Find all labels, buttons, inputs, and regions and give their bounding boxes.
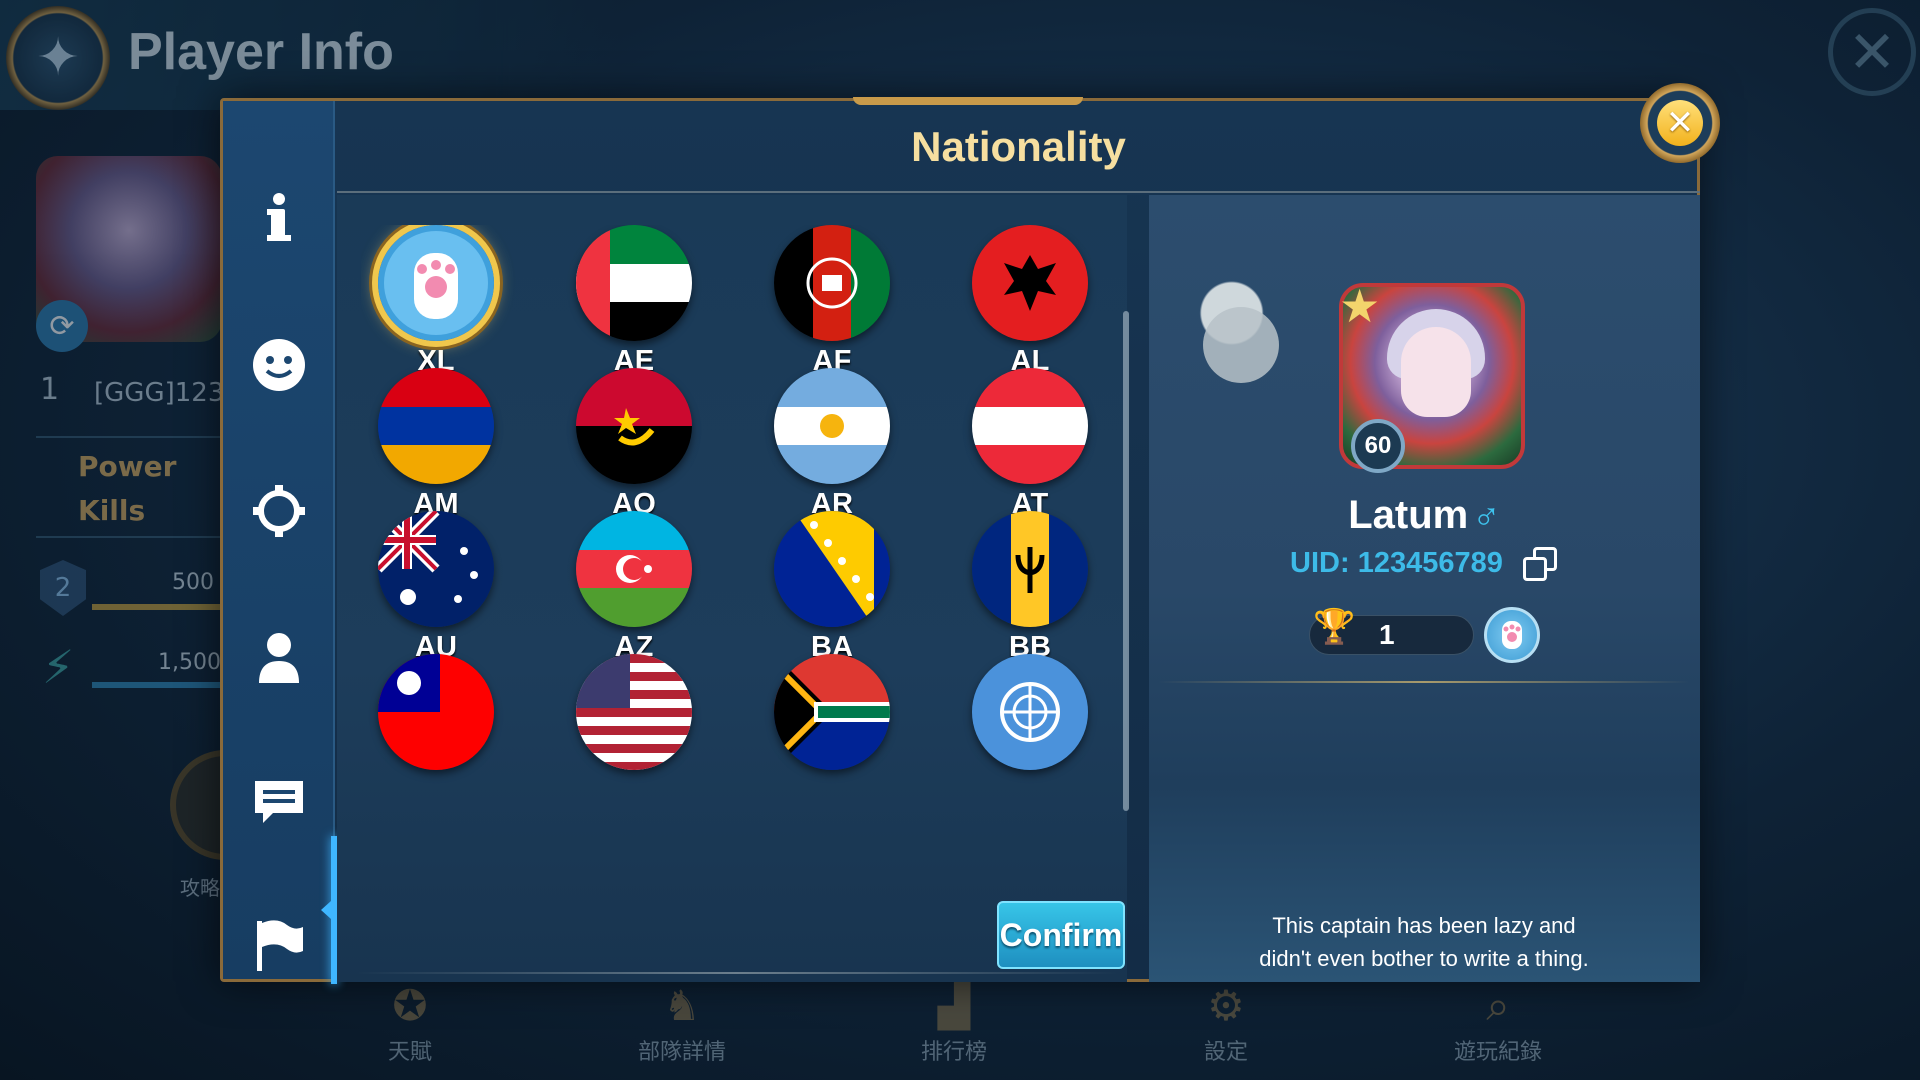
flag-option-south-africa[interactable] xyxy=(757,654,907,824)
taiwan-flag-icon xyxy=(378,654,494,770)
nav-label: 排行榜 xyxy=(920,1040,987,1065)
modal-header: Nationality xyxy=(337,101,1700,193)
close-button[interactable]: ✕ xyxy=(1640,83,1720,163)
albania-flag-icon xyxy=(972,225,1088,341)
close-icon: ✕ xyxy=(1657,100,1703,146)
armenia-flag-icon xyxy=(378,368,494,484)
selected-nationality-icon xyxy=(1484,607,1540,663)
face-icon xyxy=(253,339,305,391)
active-tab-arrow xyxy=(321,901,331,919)
usa-flag-icon xyxy=(576,654,692,770)
flag-option-usa[interactable] xyxy=(559,654,709,824)
uid-row: UID: 123456789 xyxy=(1149,547,1700,582)
refresh-icon: ⟳ xyxy=(36,300,88,352)
nav-troops[interactable]: ♞ 部隊詳情 xyxy=(612,980,752,1066)
bio-line: didn't even bother to write a thing. xyxy=(1259,946,1589,971)
level-badge: 60 xyxy=(1351,419,1405,473)
modal-title: Nationality xyxy=(911,123,1126,170)
nav-label: 遊玩紀錄 xyxy=(1453,1040,1542,1065)
uae-flag-icon xyxy=(576,225,692,341)
gear-icon xyxy=(253,485,305,537)
trophy-row: 🏆 1 xyxy=(1309,603,1559,663)
flag-icon xyxy=(257,920,303,971)
flag-grid-scrollbar[interactable] xyxy=(1123,311,1129,811)
moon-decoration xyxy=(1203,307,1279,383)
strategy-label: 攻略 xyxy=(180,876,220,900)
nav-settings[interactable]: ⚙ 設定 xyxy=(1156,980,1296,1066)
lightning-icon: ⚡ xyxy=(42,640,75,694)
tab-chat[interactable] xyxy=(223,741,335,861)
paw-flag-icon xyxy=(378,225,494,341)
tab-settings[interactable] xyxy=(223,451,335,571)
united-nations-flag-icon xyxy=(972,654,1088,770)
tab-profile[interactable] xyxy=(223,597,335,717)
stat-value-1: 500 xyxy=(172,570,214,595)
nav-talent[interactable]: ✪ 天賦 xyxy=(340,980,480,1066)
afghanistan-flag-icon xyxy=(774,225,890,341)
stat-bar-2 xyxy=(92,682,222,688)
player-name: Latum xyxy=(1348,493,1469,537)
flag-grid: XL AE AF AL AM AO AR AT AU AZ BA BB xyxy=(361,225,1101,855)
avatar-face xyxy=(1401,327,1471,417)
trophy-icon: 🏆 xyxy=(1313,607,1356,647)
bio-line: This captain has been lazy and xyxy=(1272,913,1576,938)
nav-ranking[interactable]: ▟ 排行榜 xyxy=(884,980,1024,1066)
compass-emblem-icon: ✦ xyxy=(6,6,110,110)
male-gender-icon: ♂ xyxy=(1472,495,1501,537)
flag-option-un[interactable] xyxy=(955,654,1101,824)
background-player-tag: [GGG]1234 xyxy=(94,378,241,408)
podium-icon: ▟ xyxy=(937,981,971,1030)
barbados-flag-icon xyxy=(972,511,1088,627)
kills-label: Kills xyxy=(78,494,146,527)
trophy-count: 1 xyxy=(1379,619,1395,650)
south-africa-flag-icon xyxy=(774,654,890,770)
argentina-flag-icon xyxy=(774,368,890,484)
background-close-icon[interactable]: ✕ xyxy=(1828,8,1916,96)
bosnia-flag-icon xyxy=(774,511,890,627)
magnifier-icon: ⌕ xyxy=(1486,981,1510,1030)
person-icon xyxy=(259,633,299,683)
tab-nationality[interactable] xyxy=(223,885,335,1005)
flag-option-taiwan[interactable] xyxy=(361,654,511,824)
shield-icon: 2 xyxy=(40,560,86,616)
flag-grid-panel: XL AE AF AL AM AO AR AT AU AZ BA BB xyxy=(337,195,1127,982)
nav-label: 部隊詳情 xyxy=(637,1040,726,1065)
austria-flag-icon xyxy=(972,368,1088,484)
player-name-row: Latum ♂ xyxy=(1149,493,1700,538)
tab-face[interactable] xyxy=(223,305,335,425)
grid-divider xyxy=(357,972,1117,974)
power-label: Power xyxy=(78,450,177,483)
nav-history[interactable]: ⌕ 遊玩紀錄 xyxy=(1428,980,1568,1066)
info-icon xyxy=(267,193,291,241)
nationality-modal: Nationality ✕ XL AE AF AL AM AO AR AT AU… xyxy=(220,83,1720,984)
australia-flag-icon xyxy=(378,511,494,627)
angola-flag-icon xyxy=(576,368,692,484)
paw-icon xyxy=(1502,621,1522,649)
stat-value-2: 1,500 xyxy=(158,650,221,675)
bottom-nav: ✪ 天賦 ♞ 部隊詳情 ▟ 排行榜 ⚙ 設定 ⌕ 遊玩紀錄 xyxy=(340,980,1640,1080)
rank-badge: 1 xyxy=(40,372,60,407)
stat-bar-1 xyxy=(92,604,222,610)
compass-icon: ✪ xyxy=(392,981,428,1030)
gear-icon: ⚙ xyxy=(1207,981,1245,1030)
nav-label: 天賦 xyxy=(387,1040,432,1065)
tab-info[interactable] xyxy=(223,157,335,277)
nav-label: 設定 xyxy=(1203,1040,1248,1065)
profile-preview: ★ 60 Latum ♂ UID: 123456789 🏆 1 This capt… xyxy=(1149,195,1700,982)
chat-icon xyxy=(255,781,303,823)
uid-text: UID: 123456789 xyxy=(1290,547,1503,579)
confirm-button[interactable]: Confirm xyxy=(997,901,1125,969)
profile-divider xyxy=(1159,681,1689,683)
divider xyxy=(36,536,226,538)
horse-icon: ♞ xyxy=(663,981,701,1030)
star-icon: ★ xyxy=(1339,279,1381,333)
side-tabs xyxy=(223,101,337,984)
player-bio: This captain has been lazy and didn't ev… xyxy=(1179,909,1669,975)
copy-icon[interactable] xyxy=(1522,547,1559,582)
azerbaijan-flag-icon xyxy=(576,511,692,627)
divider xyxy=(36,436,226,438)
player-avatar: ★ 60 xyxy=(1339,279,1525,473)
background-page-title: Player Info xyxy=(128,23,394,81)
